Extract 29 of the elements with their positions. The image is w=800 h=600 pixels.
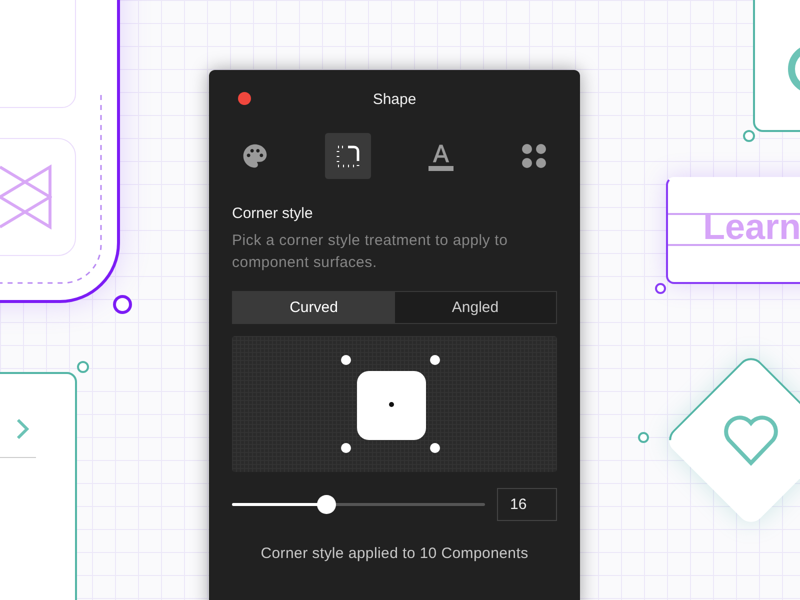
- corner-handle: [341, 443, 351, 453]
- divider-line: [0, 457, 36, 458]
- center-dot: [389, 402, 394, 407]
- chevron-right-icon: [16, 418, 30, 440]
- palette-icon: [241, 142, 269, 170]
- handle-ring: [655, 283, 666, 294]
- handle-ring: [743, 130, 755, 142]
- four-dots-icon: [521, 143, 547, 169]
- value-field[interactable]: 16: [497, 488, 557, 521]
- corner-handle: [430, 355, 440, 365]
- heart-icon: [723, 413, 779, 467]
- handle-ring: [638, 432, 649, 443]
- slider-thumb[interactable]: [316, 495, 336, 514]
- handle-ring: [113, 295, 132, 314]
- section-description: Pick a corner style treatment to apply to component surfaces.: [232, 231, 509, 273]
- sample-text: Learn: [703, 209, 800, 245]
- corner-icon: [336, 144, 360, 168]
- handle-ring: [77, 361, 89, 373]
- corner-handle: [341, 355, 351, 365]
- status-text: Corner style applied to 10 Components: [260, 545, 530, 562]
- panel-tab[interactable]: [325, 133, 371, 179]
- segment-button[interactable]: Curved: [233, 292, 394, 323]
- panel-title: Shape: [372, 90, 416, 108]
- segment-button[interactable]: Angled: [394, 292, 556, 323]
- corner-handle: [430, 443, 440, 453]
- preview-square: [357, 371, 426, 440]
- bowtie-icon: [0, 163, 52, 231]
- section-title: Corner style: [232, 205, 314, 222]
- close-button[interactable]: [238, 92, 251, 105]
